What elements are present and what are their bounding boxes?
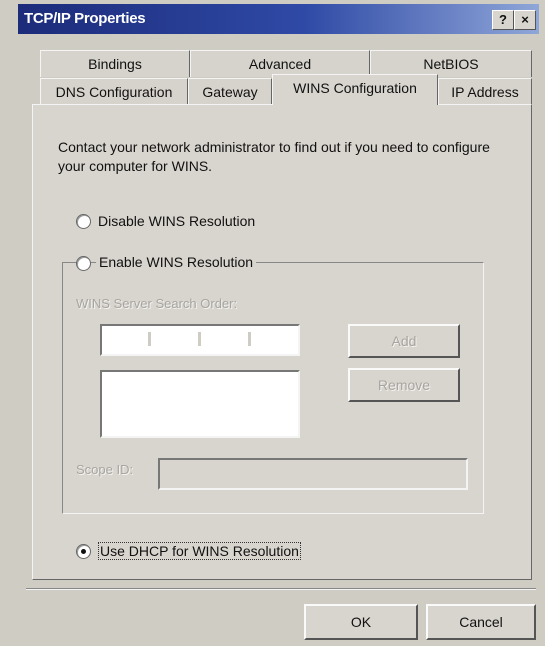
tab-advanced[interactable]: Advanced <box>190 50 370 77</box>
ip-separator <box>198 332 201 346</box>
close-button[interactable]: × <box>514 10 536 30</box>
add-button[interactable]: Add <box>348 324 460 358</box>
wins-search-order-label: WINS Server Search Order: <box>76 296 238 311</box>
ip-separator <box>148 332 151 346</box>
tab-bindings[interactable]: Bindings <box>40 50 190 77</box>
tab-netbios[interactable]: NetBIOS <box>370 50 532 77</box>
wins-server-ip-field[interactable] <box>100 324 300 356</box>
wins-description: Contact your network administrator to fi… <box>58 139 490 174</box>
scope-id-field[interactable] <box>158 458 468 490</box>
use-dhcp-radio[interactable] <box>76 544 91 559</box>
tab-gateway[interactable]: Gateway <box>188 78 272 105</box>
remove-button[interactable]: Remove <box>348 368 460 402</box>
use-dhcp-label[interactable]: Use DHCP for WINS Resolution <box>98 542 301 560</box>
help-button[interactable]: ? <box>492 10 514 30</box>
enable-wins-label[interactable]: Enable WINS Resolution <box>96 254 257 270</box>
tab-dns-configuration[interactable]: DNS Configuration <box>40 78 188 105</box>
title-bar: TCP/IP Properties ? × <box>18 4 539 34</box>
enable-wins-radio[interactable] <box>76 256 91 271</box>
ok-button[interactable]: OK <box>304 604 418 640</box>
cancel-button[interactable]: Cancel <box>426 604 536 640</box>
disable-wins-radio[interactable] <box>76 214 91 229</box>
tab-ip-address[interactable]: IP Address <box>438 78 532 105</box>
ip-separator <box>248 332 251 346</box>
tcpip-properties-dialog: TCP/IP Properties ? × Bindings Advanced … <box>0 0 545 646</box>
scope-id-label: Scope ID: <box>76 462 134 477</box>
radio-selected-dot <box>81 549 86 554</box>
tab-wins-configuration[interactable]: WINS Configuration <box>272 74 438 105</box>
window-title: TCP/IP Properties <box>24 10 146 27</box>
disable-wins-label[interactable]: Disable WINS Resolution <box>98 213 255 229</box>
wins-server-list[interactable] <box>100 370 300 438</box>
footer-separator <box>26 588 536 590</box>
